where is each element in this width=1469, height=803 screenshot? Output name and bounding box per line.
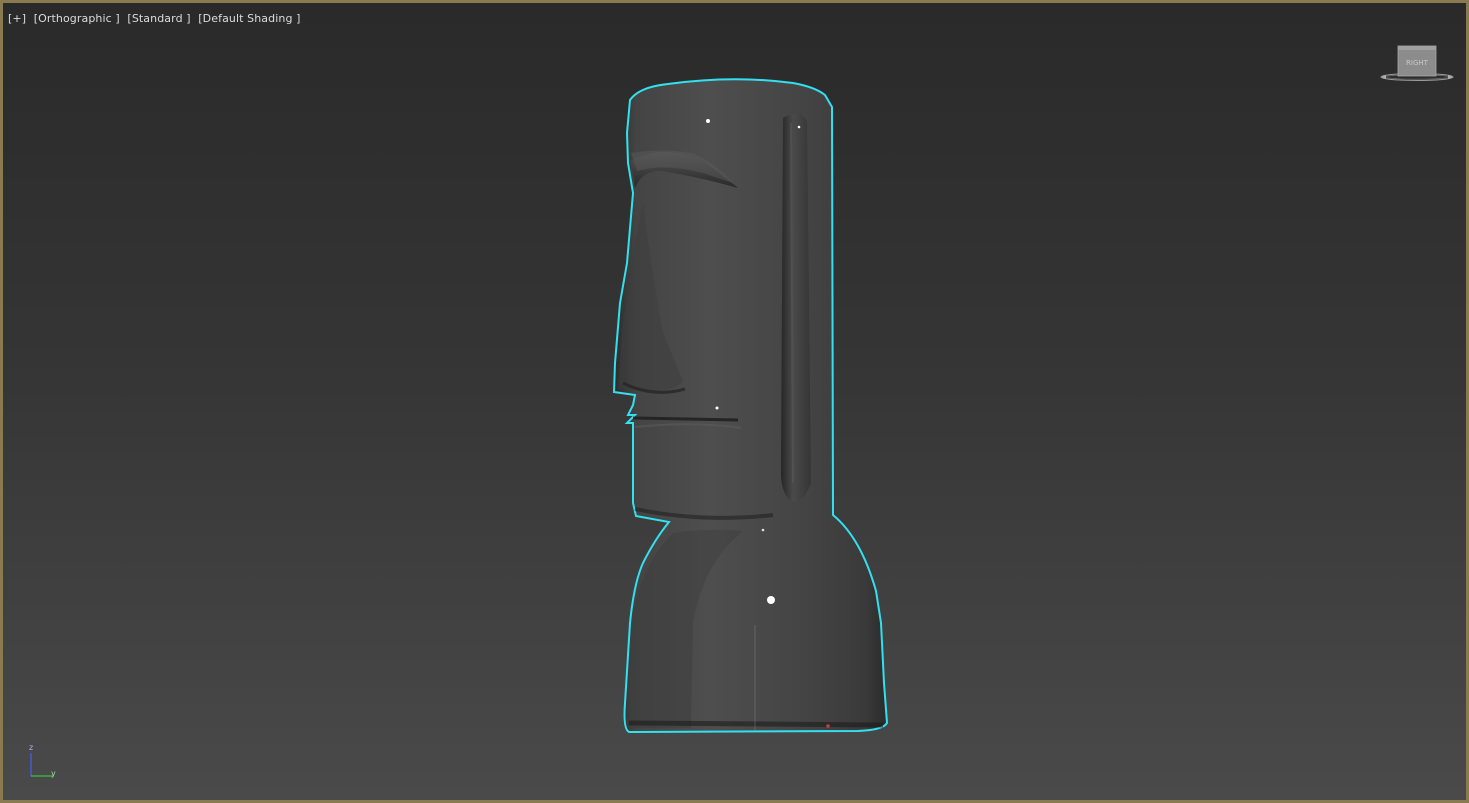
axis-y-label: y: [51, 769, 56, 778]
axis-gizmo: z y: [23, 741, 63, 781]
selected-model[interactable]: [3, 3, 1469, 803]
axis-z-label: z: [29, 743, 34, 752]
viewport[interactable]: [+] [Orthographic ] [Standard ] [Default…: [0, 0, 1469, 803]
